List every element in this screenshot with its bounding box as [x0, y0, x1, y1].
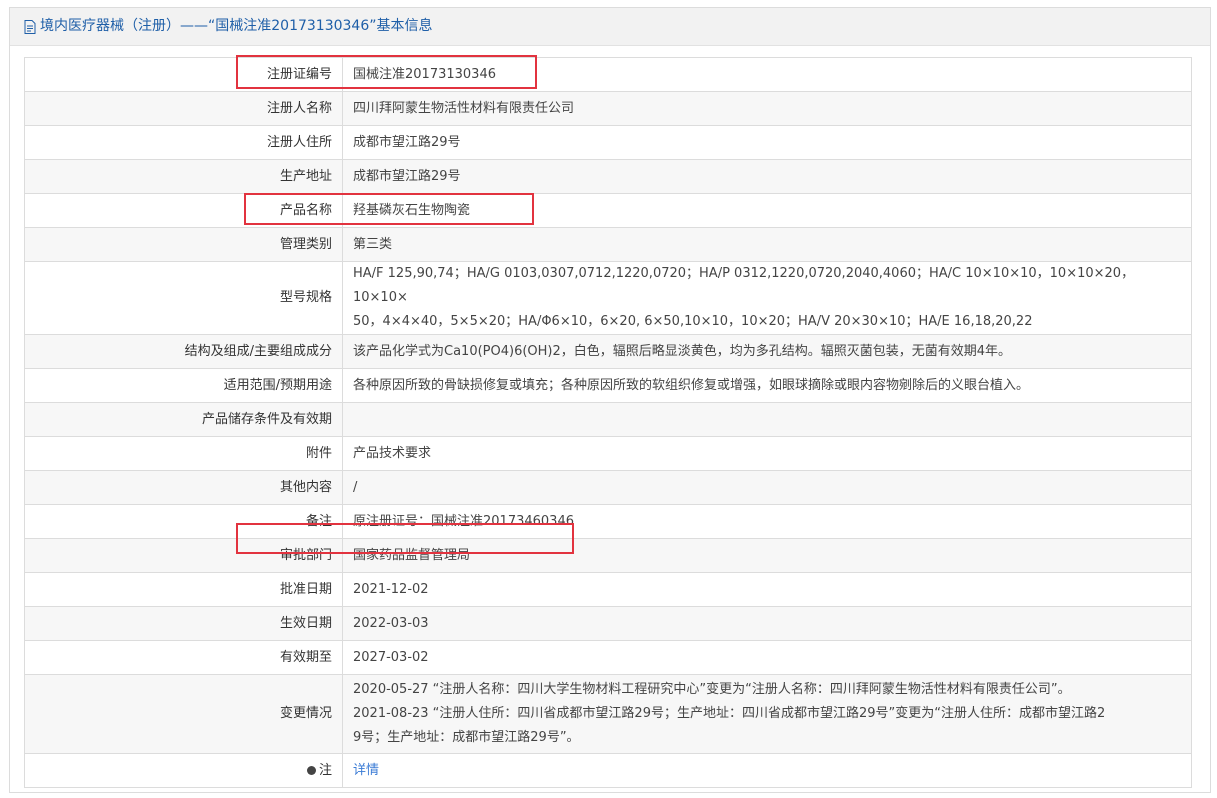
label-product-name: 产品名称	[24, 193, 343, 228]
value-registrant-name: 四川拜阿蒙生物活性材料有限责任公司	[342, 91, 1192, 126]
label-approval-date: 批准日期	[24, 572, 343, 607]
label-registrant-address: 注册人住所	[24, 125, 343, 160]
value-composition: 该产品化学式为Ca10(PO4)6(OH)2，白色，辐照后略显淡黄色，均为多孔结…	[342, 334, 1192, 369]
value-registration-number: 国械注准20173130346	[342, 57, 1192, 92]
page-title: 境内医疗器械（注册）——“国械注准20173130346”基本信息	[40, 18, 433, 34]
table-row: 批准日期 2021-12-02	[24, 572, 1192, 607]
label-effective-date: 生效日期	[24, 606, 343, 641]
value-attachment: 产品技术要求	[342, 436, 1192, 471]
label-attachment: 附件	[24, 436, 343, 471]
value-approval-date: 2021-12-02	[342, 572, 1192, 607]
info-panel: 境内医疗器械（注册）——“国械注准20173130346”基本信息 注册证编号 …	[9, 7, 1211, 793]
label-management-category: 管理类别	[24, 227, 343, 262]
info-table: 注册证编号 国械注准20173130346 注册人名称 四川拜阿蒙生物活性材料有…	[24, 57, 1192, 788]
label-production-address: 生产地址	[24, 159, 343, 194]
value-remarks: 原注册证号：国械注准20173460346	[342, 504, 1192, 539]
label-composition: 结构及组成/主要组成成分	[24, 334, 343, 369]
label-note: 注	[24, 753, 343, 788]
value-approval-department: 国家药品监督管理局	[342, 538, 1192, 573]
value-intended-use: 各种原因所致的骨缺损修复或填充；各种原因所致的软组织修复或增强，如眼球摘除或眼内…	[342, 368, 1192, 403]
value-valid-until: 2027-03-02	[342, 640, 1192, 675]
table-row: 适用范围/预期用途 各种原因所致的骨缺损修复或填充；各种原因所致的软组织修复或增…	[24, 368, 1192, 403]
label-registrant-name: 注册人名称	[24, 91, 343, 126]
table-row: 审批部门 国家药品监督管理局	[24, 538, 1192, 573]
label-model-spec: 型号规格	[24, 261, 343, 335]
label-registration-number: 注册证编号	[24, 57, 343, 92]
value-other-content: /	[342, 470, 1192, 505]
table-row: 注册人名称 四川拜阿蒙生物活性材料有限责任公司	[24, 91, 1192, 126]
table-row: 变更情况 2020-05-27 “注册人名称：四川大学生物材料工程研究中心”变更…	[24, 674, 1192, 754]
label-valid-until: 有效期至	[24, 640, 343, 675]
document-icon	[24, 19, 36, 34]
label-other-content: 其他内容	[24, 470, 343, 505]
value-model-spec: HA/F 125,90,74；HA/G 0103,0307,0712,1220,…	[342, 261, 1192, 335]
table-row: 注册人住所 成都市望江路29号	[24, 125, 1192, 160]
table-row: 有效期至 2027-03-02	[24, 640, 1192, 675]
label-intended-use: 适用范围/预期用途	[24, 368, 343, 403]
label-storage-conditions: 产品储存条件及有效期	[24, 402, 343, 437]
table-row: 注 详情	[24, 753, 1192, 788]
model-spec-line-1: HA/F 125,90,74；HA/G 0103,0307,0712,1220,…	[353, 266, 1135, 305]
label-approval-department: 审批部门	[24, 538, 343, 573]
table-row: 生效日期 2022-03-03	[24, 606, 1192, 641]
table-row: 附件 产品技术要求	[24, 436, 1192, 471]
change-history-line-2: 2021-08-23 “注册人住所：四川省成都市望江路29号；生产地址：四川省成…	[353, 706, 1106, 721]
label-change-history: 变更情况	[24, 674, 343, 754]
value-management-category: 第三类	[342, 227, 1192, 262]
value-production-address: 成都市望江路29号	[342, 159, 1192, 194]
map-pin-icon	[306, 765, 316, 775]
table-row: 生产地址 成都市望江路29号	[24, 159, 1192, 194]
model-spec-line-2: 50，4×4×40，5×5×20；HA/Φ6×10，6×20, 6×50,10×…	[353, 314, 1033, 329]
table-row: 产品名称 羟基磷灰石生物陶瓷	[24, 193, 1192, 228]
note-label: 注	[318, 762, 332, 778]
value-effective-date: 2022-03-03	[342, 606, 1192, 641]
value-note: 详情	[342, 753, 1192, 788]
change-history-line-3: 9号；生产地址：成都市望江路29号”。	[353, 730, 580, 745]
value-change-history: 2020-05-27 “注册人名称：四川大学生物材料工程研究中心”变更为“注册人…	[342, 674, 1192, 754]
table-row: 产品储存条件及有效期	[24, 402, 1192, 437]
table-row: 注册证编号 国械注准20173130346	[24, 57, 1192, 92]
table-row: 结构及组成/主要组成成分 该产品化学式为Ca10(PO4)6(OH)2，白色，辐…	[24, 334, 1192, 369]
details-link[interactable]: 详情	[353, 763, 379, 778]
change-history-line-1: 2020-05-27 “注册人名称：四川大学生物材料工程研究中心”变更为“注册人…	[353, 682, 1071, 697]
panel-header: 境内医疗器械（注册）——“国械注准20173130346”基本信息	[10, 8, 1210, 46]
table-row: 备注 原注册证号：国械注准20173460346	[24, 504, 1192, 539]
value-registrant-address: 成都市望江路29号	[342, 125, 1192, 160]
table-row: 管理类别 第三类	[24, 227, 1192, 262]
value-storage-conditions	[342, 402, 1192, 437]
label-remarks: 备注	[24, 504, 343, 539]
value-product-name: 羟基磷灰石生物陶瓷	[342, 193, 1192, 228]
table-row: 型号规格 HA/F 125,90,74；HA/G 0103,0307,0712,…	[24, 261, 1192, 335]
table-row: 其他内容 /	[24, 470, 1192, 505]
